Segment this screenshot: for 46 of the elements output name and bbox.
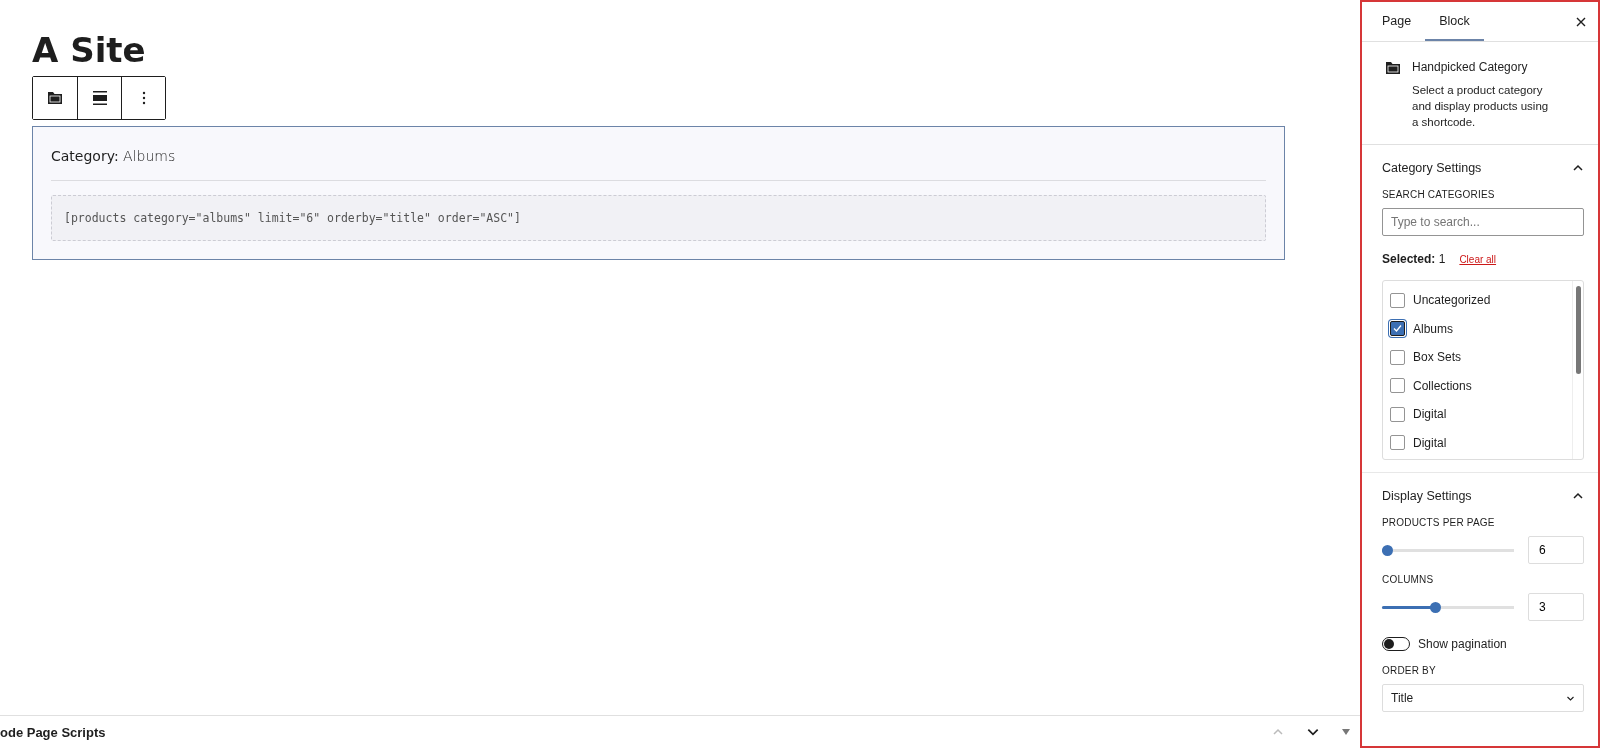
order-by-select[interactable]: Title	[1382, 684, 1584, 712]
number-field[interactable]: 6	[1528, 536, 1584, 564]
checkbox[interactable]	[1390, 406, 1405, 422]
checkbox[interactable]	[1390, 349, 1405, 365]
field-label: SEARCH CATEGORIES	[1382, 189, 1496, 200]
checkbox[interactable]	[1390, 321, 1405, 337]
folder-icon	[1386, 62, 1400, 74]
category-option[interactable]: Collections	[1390, 371, 1572, 400]
checkbox[interactable]	[1390, 292, 1405, 308]
checkbox[interactable]	[1390, 378, 1405, 394]
selected-count: Selected: 1	[1382, 252, 1446, 266]
category-option[interactable]: Digital	[1390, 400, 1572, 429]
field-label: COLUMNS	[1382, 574, 1435, 585]
shortcode-preview: [products category="albums" limit="6" orderby="title" order="ASC"]	[51, 195, 1266, 241]
number-field[interactable]: 3	[1528, 593, 1584, 621]
category-option[interactable]: Digital	[1390, 428, 1572, 457]
checkbox[interactable]	[1390, 435, 1405, 451]
panel-header[interactable]: Category Settings	[1382, 157, 1584, 179]
block-caption: Category: Albums	[51, 148, 1266, 181]
triangle-icon	[1342, 729, 1350, 735]
more-options-button[interactable]	[121, 77, 165, 119]
scrollbar-thumb[interactable]	[1575, 286, 1581, 374]
checkmark-icon	[1393, 324, 1402, 334]
field-label: ORDER BY	[1382, 665, 1437, 676]
pagination-toggle[interactable]	[1382, 637, 1410, 651]
folder-icon	[48, 92, 62, 104]
toggle-label: Show pagination	[1418, 637, 1507, 651]
block-title: Handpicked Category	[1412, 60, 1529, 74]
page-heading: A Site	[32, 30, 146, 70]
align-icon	[92, 91, 107, 105]
slider-thumb[interactable]	[1430, 601, 1442, 613]
category-option[interactable]: Uncategorized	[1390, 286, 1572, 315]
close-icon	[1576, 16, 1586, 27]
footer-title: ode Page Scripts	[0, 724, 107, 740]
category-option[interactable]: Box Sets	[1390, 343, 1572, 372]
more-icon	[141, 91, 146, 105]
block-description: Select a product category and display products using a shortcode.	[1412, 83, 1550, 130]
field-label: PRODUCTS PER PAGE	[1382, 517, 1496, 528]
category-option[interactable]: Albums	[1390, 314, 1572, 343]
slider-thumb[interactable]	[1382, 544, 1393, 556]
panel-header[interactable]: Display Settings	[1382, 485, 1584, 507]
search-field[interactable]: Type to search...	[1382, 208, 1584, 236]
sidebar-tab[interactable]: Block	[1425, 2, 1484, 41]
toggle-button[interactable]	[1342, 729, 1350, 735]
sidebar-tab[interactable]: Page	[1368, 2, 1426, 41]
clear-all-link[interactable]: Clear all	[1459, 253, 1497, 265]
